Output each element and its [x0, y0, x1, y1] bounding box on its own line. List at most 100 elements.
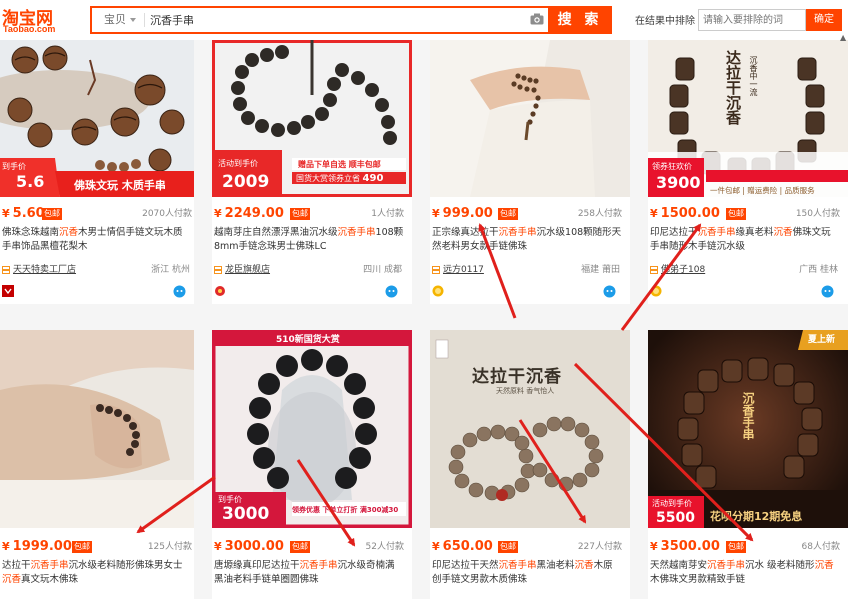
price: ¥650.00 — [432, 539, 493, 554]
product-image[interactable] — [430, 40, 630, 197]
product-card[interactable]: 夏上新 沉香手串 活动到手价 5500 花呗分期12期免息 ¥3500.00 包… — [648, 330, 848, 599]
title-highlight: 沉香 — [59, 227, 79, 238]
product-title[interactable]: 佛珠念珠越南沉香木男士情侣手链文玩木质手串饰品黑檀花梨木 — [2, 226, 192, 254]
title-part: 唐塬缘真印尼达拉干 — [214, 560, 300, 571]
shop-icon — [2, 266, 10, 274]
badge-row — [650, 285, 842, 299]
shop-name-link[interactable]: 天天特卖工厂店 — [13, 263, 76, 277]
product-title[interactable]: 印尼达拉干沉香手串缘真老料沉香佛珠文玩手串随形木手链沉水级 — [650, 226, 840, 254]
exclude-confirm-button[interactable]: 确定 — [806, 9, 842, 31]
price-value: 3500.00 — [660, 539, 720, 554]
product-card[interactable]: 达拉干沉香 天然原料 香气怡人 ¥650.00 包邮 227人付款 印尼达拉干天… — [430, 330, 630, 599]
wangwang-chat-icon[interactable] — [821, 285, 834, 298]
search-input[interactable] — [150, 8, 530, 32]
price-value: 5.60 — [12, 206, 45, 221]
price: ¥999.00 — [432, 206, 493, 221]
free-shipping-badge: 包邮 — [290, 208, 310, 220]
product-card[interactable]: 510新国货大赏 到手价 3000 领券优惠 下单立打折 满300减30 ¥30… — [212, 330, 412, 599]
title-highlight: 沉香手串 — [697, 227, 736, 238]
search-type-select[interactable]: 宝贝 — [92, 8, 144, 32]
free-shipping-badge: 包邮 — [498, 541, 518, 553]
product-card[interactable]: ¥1999.00 包邮 125人付款 达拉干沉香手串沉水级老料随形佛珠男女士沉香… — [0, 330, 194, 599]
product-title[interactable]: 天然越南芽安沉香手串沉水 级老料随形沉香木佛珠文男款精致手链 — [650, 559, 840, 587]
price-value: 1999.00 — [12, 539, 72, 554]
search-button[interactable]: 搜 索 — [548, 6, 612, 34]
promo-sub: 天然原料 香气怡人 — [496, 387, 555, 395]
promo-line-b: 顺丰包邮 — [348, 160, 381, 169]
product-title[interactable]: 印尼达拉干天然沉香手串黑油老料沉香木原创手链文男款木质佛珠 — [432, 559, 622, 587]
wangwang-chat-icon[interactable] — [173, 285, 186, 298]
promo-banner: 510新国货大赏 — [276, 335, 340, 345]
price: ¥1999.00 — [2, 539, 72, 554]
shop-name-link[interactable]: 远方0117 — [443, 263, 484, 277]
price: ¥3500.00 — [650, 539, 720, 554]
promo-tag: 活动到手价 — [218, 159, 258, 168]
wangwang-chat-icon[interactable] — [385, 285, 398, 298]
scroll-up-icon[interactable]: ▲ — [840, 34, 848, 42]
promo-line: 领券优惠 下单立打折 满300减30 — [292, 506, 399, 514]
product-title[interactable]: 达拉干沉香手串沉水级老料随形佛珠男女士沉香真文玩木佛珠 — [2, 559, 192, 587]
shop-row: 佛弟子108 广西 桂林 — [650, 263, 842, 277]
title-highlight: 沉香 — [2, 574, 22, 585]
shop-icon — [214, 266, 222, 274]
product-image[interactable]: 达拉干沉香 天然原料 香气怡人 — [430, 330, 630, 528]
product-image[interactable]: 510新国货大赏 到手价 3000 领券优惠 下单立打折 满300减30 — [212, 330, 412, 528]
product-title[interactable]: 越南芽庄自然漂浮黑油沉水级沉香手串108颗8mm手链念珠男士佛珠LC — [214, 226, 404, 254]
price-row: ¥2249.00 包邮 1人付款 — [214, 206, 408, 222]
price-value: 1500.00 — [660, 206, 720, 221]
search-type-label: 宝贝 — [104, 13, 126, 26]
chevron-down-icon — [130, 18, 136, 22]
title-highlight: 沉香 — [814, 560, 834, 571]
price-row: ¥3500.00 包邮 68人付款 — [650, 539, 844, 555]
product-image[interactable]: 活动到手价 2009 赠品下单自选 顺丰包邮 国货大赏领券立省 490 — [212, 40, 412, 197]
shop-name-link[interactable]: 佛弟子108 — [661, 263, 705, 277]
product-title[interactable]: 正宗缘真达拉干沉香手串沉水级108颗随形天然老料男女款手链佛珠 — [432, 226, 622, 254]
title-part: 佛珠念珠越南 — [2, 227, 60, 238]
price-value: 3000.00 — [224, 539, 284, 554]
promo-tag: 领券狂欢价 — [652, 162, 692, 171]
title-part: 印尼达拉干 — [650, 227, 698, 238]
title-part: 缘真老料 — [735, 227, 774, 238]
price-row: ¥650.00 包邮 227人付款 — [432, 539, 626, 555]
promo-corner: 夏上新 — [808, 335, 836, 345]
promo-price: 5500 — [656, 510, 695, 526]
tmall-icon[interactable] — [2, 285, 14, 297]
promo-headline: 达拉干沉香 — [724, 50, 742, 125]
gold-medal-icon[interactable] — [432, 285, 444, 297]
product-image[interactable] — [0, 330, 194, 528]
taobao-logo[interactable]: 淘宝网 Taobao.com — [2, 4, 82, 36]
promo-tag: 活动到手价 — [652, 499, 692, 508]
promo-headline: 沉香手串 — [741, 392, 755, 440]
promo-tag: 到手价 — [2, 162, 26, 171]
shop-row: 天天特卖工厂店 浙江 杭州 — [2, 263, 194, 277]
search-divider — [144, 13, 145, 27]
flower-badge-icon[interactable] — [214, 285, 226, 297]
product-card[interactable]: 到手价 5.6 佛珠文玩 木质手串 ¥5.60 包邮 2070人付款 佛珠念珠越… — [0, 40, 194, 304]
price-value: 2249.00 — [224, 206, 284, 221]
product-title[interactable]: 唐塬缘真印尼达拉干沉香手串沉水级奇楠满黑油老料手链单圈圆佛珠 — [214, 559, 404, 587]
price-value: 650.00 — [442, 539, 493, 554]
price: ¥5.60 — [2, 206, 45, 221]
shop-name-link[interactable]: 龙臣旗舰店 — [225, 263, 270, 277]
promo-line: 国货大赏领券立省 490 — [296, 173, 383, 184]
promo-line: 花呗分期12期免息 — [710, 510, 803, 523]
product-image[interactable]: 达拉干沉香 沉香中一流 领券狂欢价 3900 一件包邮 | 赠运费险 | 品质服… — [648, 40, 848, 197]
title-part: 木佛珠文男款精致手链 — [650, 574, 746, 585]
product-card[interactable]: ¥999.00 包邮 258人付款 正宗缘真达拉干沉香手串沉水级108颗随形天然… — [430, 40, 630, 304]
product-image[interactable]: 到手价 5.6 佛珠文玩 木质手串 — [0, 40, 194, 197]
product-card[interactable]: 达拉干沉香 沉香中一流 领券狂欢价 3900 一件包邮 | 赠运费险 | 品质服… — [648, 40, 848, 304]
camera-icon[interactable] — [530, 13, 544, 25]
gold-medal-icon[interactable] — [650, 285, 662, 297]
top-header: 淘宝网 Taobao.com 宝贝 搜 索 在结果中排除 确定 ▲ — [0, 0, 848, 42]
title-part: 沉水 级老料随形 — [745, 560, 815, 571]
product-image[interactable]: 夏上新 沉香手串 活动到手价 5500 花呗分期12期免息 — [648, 330, 848, 528]
promo-sub: 沉香中一流 — [749, 56, 758, 96]
title-part: 正宗缘真达拉干 — [432, 227, 499, 238]
promo-text: 佛珠文玩 木质手串 — [74, 179, 166, 192]
product-photo — [430, 330, 630, 528]
exclude-input[interactable] — [698, 9, 806, 31]
wangwang-chat-icon[interactable] — [603, 285, 616, 298]
title-highlight: 沉香手串 — [30, 560, 69, 571]
title-highlight: 沉香手串 — [299, 560, 338, 571]
product-card[interactable]: 活动到手价 2009 赠品下单自选 顺丰包邮 国货大赏领券立省 490 ¥224… — [212, 40, 412, 304]
